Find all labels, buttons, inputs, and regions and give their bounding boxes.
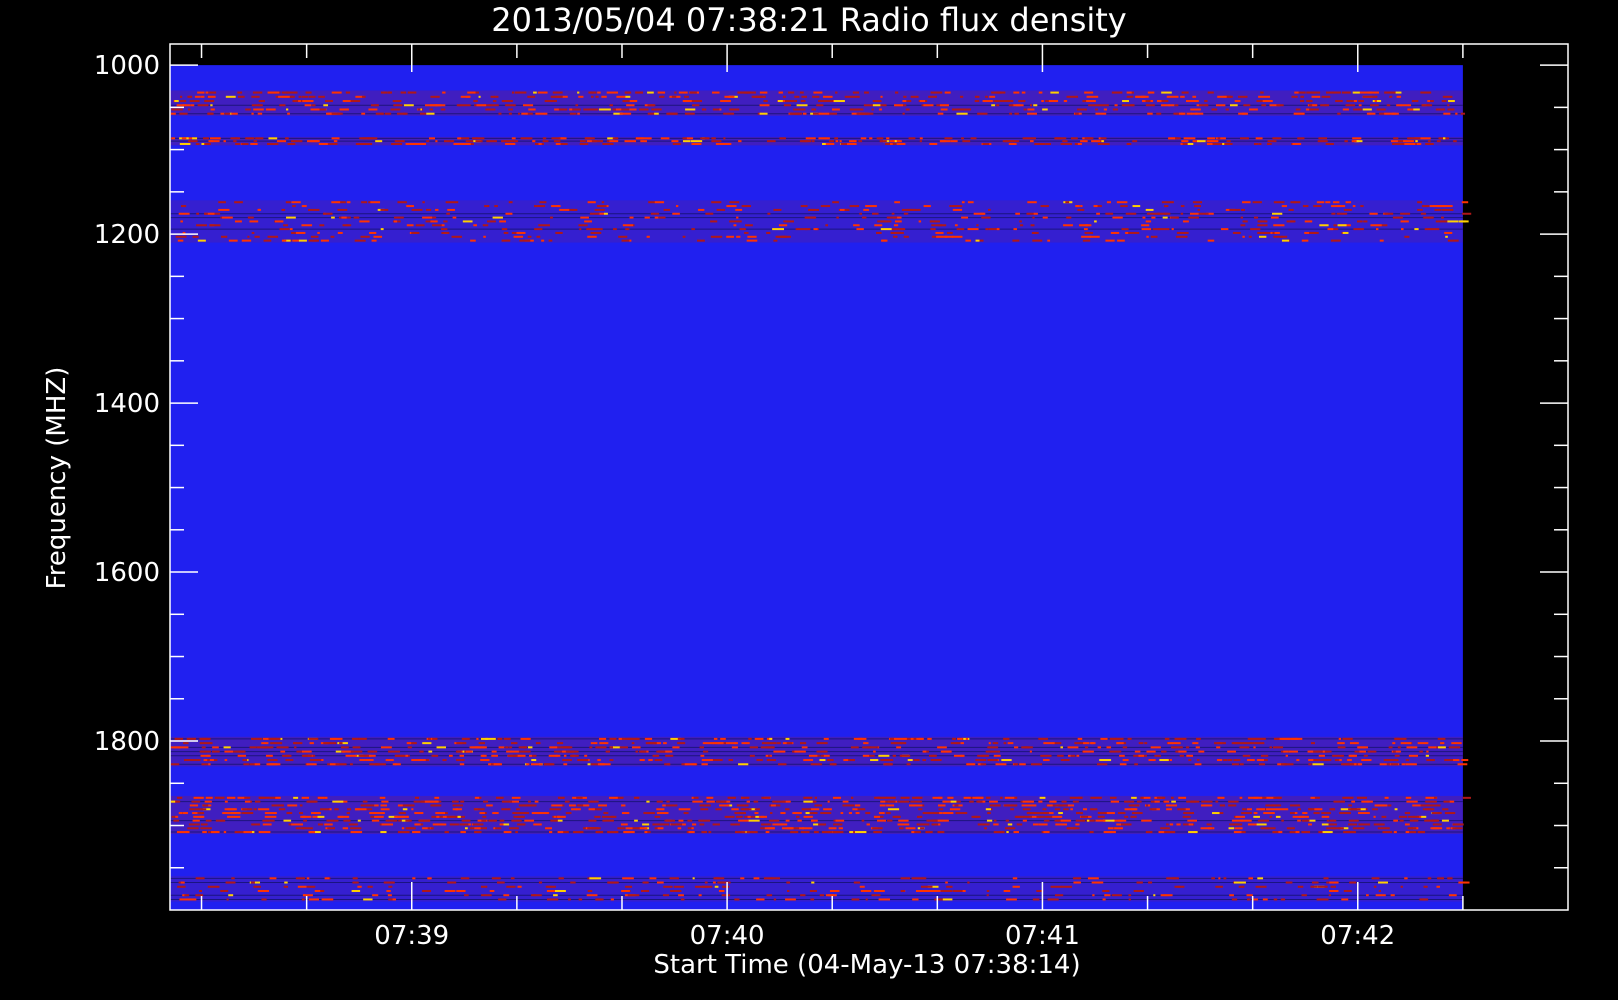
emission-band <box>170 90 1466 116</box>
emission-band <box>170 200 1472 243</box>
spectrogram-chart: 2013/05/04 07:38:21 Radio flux density 1… <box>0 0 1618 1000</box>
emission-band <box>170 795 1471 834</box>
y-tick-label: 1600 <box>94 558 160 588</box>
y-tick-label: 1200 <box>94 220 160 250</box>
x-tick-label: 07:40 <box>690 921 765 951</box>
emission-band <box>170 876 1470 902</box>
x-axis-label: Start Time (04-May-13 07:38:14) <box>653 950 1080 980</box>
y-axis-label: Frequency (MHZ) <box>42 367 72 590</box>
x-tick-label: 07:42 <box>1320 921 1395 951</box>
y-tick-label: 1000 <box>94 51 160 81</box>
spectrogram-image <box>170 65 1472 910</box>
emission-band <box>170 736 1469 767</box>
y-tick-label: 1800 <box>94 727 160 757</box>
x-tick-label: 07:41 <box>1005 921 1080 951</box>
x-tick-label: 07:39 <box>374 921 449 951</box>
emission-band <box>170 136 1463 146</box>
y-tick-label: 1400 <box>94 389 160 419</box>
spectrogram-background <box>170 65 1463 910</box>
chart-title: 2013/05/04 07:38:21 Radio flux density <box>491 1 1126 39</box>
